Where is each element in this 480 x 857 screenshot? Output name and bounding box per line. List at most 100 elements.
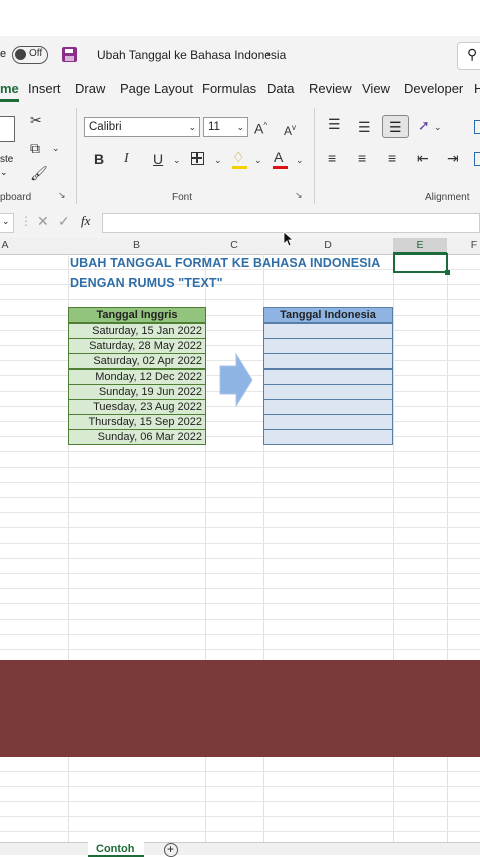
- document-title[interactable]: Ubah Tanggal ke Bahasa Indonesia: [97, 48, 286, 62]
- align-bottom-button[interactable]: ☰: [382, 115, 409, 138]
- column-header-f[interactable]: F: [447, 239, 480, 251]
- fill-color-icon[interactable]: ♢: [232, 148, 245, 166]
- increase-indent-icon[interactable]: ⇥: [447, 149, 459, 167]
- align-right-icon[interactable]: ≡: [388, 149, 396, 167]
- decrease-font-size-icon[interactable]: Av: [284, 119, 296, 140]
- italic-icon[interactable]: I: [124, 150, 129, 168]
- paste-label[interactable]: ste: [0, 154, 13, 165]
- date-cell[interactable]: Saturday, 02 Apr 2022: [68, 353, 206, 369]
- copy-icon[interactable]: ⧉: [30, 139, 40, 157]
- bold-icon[interactable]: B: [94, 150, 104, 168]
- tab-view[interactable]: View: [362, 81, 390, 96]
- grid-hline: [0, 771, 480, 772]
- tab-home[interactable]: me: [0, 81, 19, 102]
- sheet-tab-contoh[interactable]: Contoh: [88, 842, 144, 857]
- borders-chevron-icon[interactable]: ⌄: [214, 151, 222, 169]
- autosave-toggle[interactable]: Off: [12, 46, 48, 64]
- font-launcher-icon[interactable]: ↘: [295, 190, 303, 201]
- indonesia-date-cell[interactable]: [263, 338, 393, 354]
- tab-insert[interactable]: Insert: [28, 81, 61, 96]
- date-cell[interactable]: Monday, 12 Dec 2022: [68, 369, 206, 385]
- indonesia-date-cell[interactable]: [263, 384, 393, 400]
- tab-data[interactable]: Data: [267, 81, 294, 96]
- column-header-a[interactable]: A: [0, 239, 10, 251]
- font-group-label: Font: [172, 192, 193, 203]
- tab-formulas[interactable]: Formulas: [202, 81, 256, 96]
- clipboard-launcher-icon[interactable]: ↘: [58, 190, 66, 201]
- chevron-down-icon[interactable]: ⌄: [264, 47, 272, 58]
- indonesia-date-cell[interactable]: [263, 429, 393, 445]
- font-color-chevron-icon[interactable]: ⌄: [296, 151, 304, 169]
- left-table-header[interactable]: Tanggal Inggris: [68, 307, 206, 323]
- cancel-icon[interactable]: ✕: [37, 213, 49, 230]
- date-cell[interactable]: Saturday, 28 May 2022: [68, 338, 206, 354]
- search-icon: ⚲: [467, 46, 478, 62]
- align-left-icon[interactable]: ≡: [328, 149, 336, 167]
- align-middle-icon[interactable]: ☰: [358, 118, 371, 136]
- borders-icon[interactable]: [191, 152, 204, 165]
- add-sheet-button[interactable]: +: [164, 842, 178, 857]
- grid-hline: [0, 816, 480, 817]
- name-box[interactable]: ⌄: [0, 213, 14, 233]
- orientation-icon[interactable]: ➚: [418, 116, 430, 134]
- paste-chevron-icon[interactable]: ⌄: [0, 167, 8, 178]
- paste-icon[interactable]: [0, 116, 15, 142]
- merge-center-icon[interactable]: [474, 152, 480, 166]
- toggle-knob: [15, 49, 26, 60]
- tab-developer[interactable]: Developer: [404, 81, 463, 96]
- underline-icon[interactable]: U: [153, 150, 163, 168]
- chevron-down-icon: ⌄: [2, 216, 10, 226]
- sheet-tab-bar: Contoh +: [0, 842, 480, 857]
- indonesia-date-cell[interactable]: [263, 369, 393, 385]
- grid-hline: [0, 497, 480, 498]
- enter-icon[interactable]: ✓: [58, 213, 70, 230]
- tab-review[interactable]: Review: [309, 81, 352, 96]
- grid-hline: [0, 451, 480, 452]
- date-cell[interactable]: Sunday, 06 Mar 2022: [68, 429, 206, 445]
- right-table-header[interactable]: Tanggal Indonesia: [263, 307, 393, 323]
- orientation-chevron-icon[interactable]: ⌄: [434, 118, 442, 136]
- date-cell[interactable]: Thursday, 15 Sep 2022: [68, 414, 206, 430]
- autosave-label: e: [0, 48, 7, 60]
- search-box[interactable]: ⚲: [457, 42, 480, 70]
- insert-function-icon[interactable]: fx: [81, 213, 90, 229]
- date-cell[interactable]: Tuesday, 23 Aug 2022: [68, 399, 206, 415]
- fill-chevron-icon[interactable]: ⌄: [254, 151, 262, 169]
- align-bottom-icon: ☰: [389, 119, 402, 135]
- tab-page-layout[interactable]: Page Layout: [120, 81, 193, 96]
- cut-icon[interactable]: ✂: [30, 111, 42, 129]
- align-center-icon[interactable]: ≡: [358, 149, 366, 167]
- date-cell[interactable]: Sunday, 19 Jun 2022: [68, 384, 206, 400]
- tab-help[interactable]: H: [474, 81, 480, 96]
- column-header-b[interactable]: B: [68, 239, 205, 251]
- indonesia-date-cell[interactable]: [263, 414, 393, 430]
- column-header-e[interactable]: E: [393, 239, 447, 251]
- font-color-icon[interactable]: A: [274, 148, 283, 166]
- selected-cell-e1[interactable]: [393, 253, 450, 275]
- arrow-right-icon: [219, 352, 253, 408]
- spreadsheet-grid[interactable]: UBAH TANGGAL FORMAT KE BAHASA INDONESIA …: [0, 253, 480, 854]
- sheet-heading-line2: DENGAN RUMUS "TEXT": [70, 276, 223, 290]
- formula-input[interactable]: [102, 213, 480, 233]
- grid-hline: [0, 634, 480, 635]
- indonesia-date-cell[interactable]: [263, 399, 393, 415]
- font-size-select[interactable]: 11 ⌄: [203, 117, 248, 137]
- align-top-icon[interactable]: ☰: [328, 115, 341, 133]
- font-name-select[interactable]: Calibri ⌄: [84, 117, 200, 137]
- date-cell[interactable]: Saturday, 15 Jan 2022: [68, 323, 206, 339]
- formula-bar: ⌄ ⋮ ✕ ✓ fx: [0, 208, 480, 238]
- copy-chevron-icon[interactable]: ⌄: [52, 139, 60, 157]
- indonesia-date-cell[interactable]: [263, 323, 393, 339]
- indonesia-date-cell[interactable]: [263, 353, 393, 369]
- increase-font-size-icon[interactable]: A^: [254, 117, 267, 138]
- format-painter-icon[interactable]: 🖌: [30, 164, 48, 182]
- tab-draw[interactable]: Draw: [75, 81, 105, 96]
- save-icon[interactable]: [62, 47, 77, 62]
- grid-hline: [0, 603, 480, 604]
- underline-chevron-icon[interactable]: ⌄: [173, 151, 181, 169]
- sheet-heading-line1: UBAH TANGGAL FORMAT KE BAHASA INDONESIA: [70, 256, 381, 270]
- wrap-text-icon[interactable]: [474, 120, 480, 134]
- chevron-down-icon: ⌄: [236, 122, 244, 132]
- column-header-c[interactable]: C: [205, 239, 263, 251]
- decrease-indent-icon[interactable]: ⇤: [417, 149, 429, 167]
